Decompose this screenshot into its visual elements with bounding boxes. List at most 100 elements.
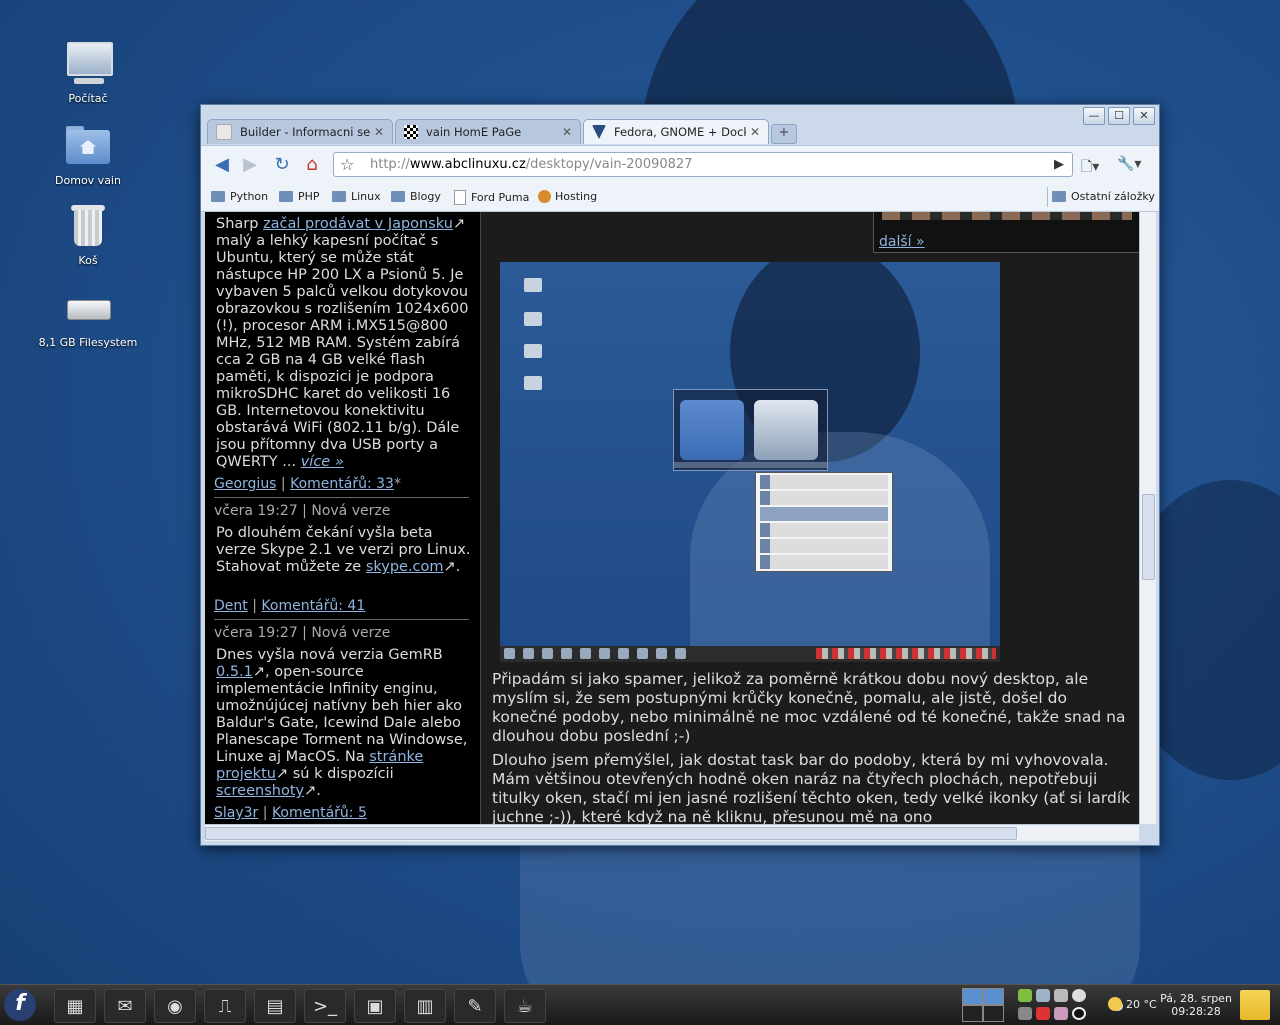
news-footer: Georgius | Komentářů: 33* [214, 476, 401, 492]
teapot-icon[interactable]: ☕ [504, 989, 546, 1023]
maximize-button[interactable]: ☐ [1108, 107, 1130, 125]
taskbar: f ▦ ✉ ◉ ⎍ ▤ >_ ▣ ▥ ✎ ☕ 20 °C Pá, 28. srp… [0, 984, 1280, 1025]
bookmark-hosting[interactable]: Hosting [538, 190, 597, 203]
article-paragraph: Připadám si jako spamer, jelikož za pomě… [492, 670, 1126, 745]
app-tray-icon[interactable] [1054, 1007, 1068, 1020]
horizontal-scrollbar[interactable] [205, 824, 1139, 841]
page-icon [216, 124, 232, 140]
comments-link[interactable]: Komentářů: 41 [261, 598, 365, 614]
tab-close-icon[interactable]: ✕ [374, 125, 384, 139]
fedora-menu-button[interactable]: f [4, 989, 36, 1021]
computer-icon [524, 278, 542, 292]
terminal-icon[interactable]: >_ [304, 989, 346, 1023]
user-avatars: další » [873, 212, 1139, 253]
cabinet-icon[interactable]: ▥ [404, 989, 446, 1023]
network-icon[interactable] [1036, 989, 1050, 1002]
bookmark-python[interactable]: Python [211, 190, 268, 203]
workspace-4[interactable] [983, 1005, 1004, 1022]
address-bar[interactable]: ☆ http://www.abclinuxu.cz/desktopy/vain-… [333, 152, 1073, 177]
avatar-strip [882, 212, 1132, 220]
desktop-icon-home[interactable]: Domov vain [28, 122, 148, 187]
article-column: další » Připadám si jako spamer, jelikož… [481, 212, 1139, 824]
bookmark-linux[interactable]: Linux [332, 190, 381, 203]
drive-icon [524, 376, 542, 390]
reload-icon[interactable]: ↻ [271, 156, 293, 176]
wrench-menu-icon[interactable]: 🔧▾ [1117, 156, 1141, 172]
vertical-scrollbar[interactable] [1139, 212, 1156, 824]
trash-icon [64, 202, 112, 250]
bookmark-ford-puma[interactable]: Ford Puma [454, 190, 529, 205]
desktop-icon-filesystem[interactable]: 8,1 GB Filesystem [28, 284, 148, 349]
remote-desktop-icon[interactable]: ▣ [354, 989, 396, 1023]
news-reader-icon[interactable]: ▤ [254, 989, 296, 1023]
notes-icon[interactable] [1240, 990, 1270, 1020]
tab-builder[interactable]: Builder - Informacni ser... ✕ [207, 119, 393, 144]
bookmark-php[interactable]: PHP [279, 190, 320, 203]
back-arrow-icon[interactable]: ◀ [211, 156, 233, 176]
news-meta: včera 19:27 | Nová verze [214, 625, 391, 641]
computer-icon [64, 40, 113, 88]
go-icon[interactable]: ▶ [1054, 157, 1064, 172]
desktop-icon-label: Koš [78, 254, 98, 267]
file-manager-icon[interactable]: ▦ [54, 989, 96, 1023]
minimize-button[interactable]: — [1083, 107, 1105, 125]
clock[interactable]: Pá, 28. srpen 09:28:28 [1160, 992, 1232, 1018]
news-link[interactable]: 0.5.1 [216, 664, 253, 680]
browser-icon[interactable]: ◉ [154, 989, 196, 1023]
checker-icon [404, 125, 418, 139]
workspace-1[interactable] [962, 988, 983, 1005]
home-icon[interactable]: ⌂ [301, 156, 323, 176]
gimp-icon[interactable]: ✎ [454, 989, 496, 1023]
tab-strip: Builder - Informacni ser... ✕ vain HomE … [207, 119, 797, 145]
volume-icon[interactable] [1018, 1007, 1032, 1020]
system-monitor-icon[interactable]: ⎍ [204, 989, 246, 1023]
desktop-icon-label: Domov vain [55, 174, 121, 187]
article-paragraph: Dlouho jsem přemýšlel, jak dostat task b… [492, 751, 1131, 824]
desktop-screenshot-image[interactable] [500, 262, 1000, 662]
comments-link[interactable]: Komentářů: 33 [290, 476, 394, 492]
alert-icon[interactable] [1036, 1007, 1050, 1020]
folder-icon [332, 191, 346, 202]
workspace-switcher[interactable] [962, 988, 1004, 1022]
page-menu-icon[interactable]: 🗋▾ [1081, 156, 1099, 180]
mail-icon[interactable]: ✉ [104, 989, 146, 1023]
tab-fedora-gnome[interactable]: Fedora, GNOME + Dockb... ✕ [583, 119, 769, 144]
record-icon[interactable] [1072, 1007, 1086, 1020]
forward-arrow-icon[interactable]: ▶ [239, 156, 261, 176]
bookmarks-bar: Python PHP Linux Blogy Ford Puma Hosting… [201, 183, 1159, 212]
news-link[interactable]: začal prodávat v Japonsku [263, 216, 453, 232]
author-link[interactable]: Slay3r [214, 805, 258, 821]
hosting-icon [538, 190, 551, 203]
tab-close-icon[interactable]: ✕ [750, 125, 760, 139]
screenshots-link[interactable]: screenshoty [216, 783, 304, 799]
bookmark-blogy[interactable]: Blogy [391, 190, 441, 203]
author-link[interactable]: Dent [214, 598, 248, 614]
new-tab-button[interactable]: + [771, 124, 797, 144]
more-link[interactable]: více » [301, 454, 344, 470]
news-footer: Dent | Komentářů: 41 [214, 598, 366, 614]
desktop-icon-trash[interactable]: Koš [28, 202, 148, 267]
drive-icon [64, 284, 112, 332]
clock-time: 09:28:28 [1171, 1005, 1221, 1018]
printer-icon[interactable] [1054, 989, 1068, 1002]
system-tray [1014, 988, 1094, 1022]
weather-applet[interactable]: 20 °C [1108, 997, 1157, 1011]
desktop-icon-label: Počítač [68, 92, 108, 105]
disk-icon[interactable] [1072, 989, 1086, 1002]
workspace-2[interactable] [983, 988, 1004, 1005]
tab-close-icon[interactable]: ✕ [562, 125, 572, 139]
author-link[interactable]: Georgius [214, 476, 276, 492]
update-icon[interactable] [1018, 989, 1032, 1002]
folder-icon [1052, 191, 1066, 202]
desktop-icon-computer[interactable]: Počítač [28, 40, 148, 105]
home-folder-icon [524, 312, 542, 326]
close-window-button[interactable]: ✕ [1133, 107, 1155, 125]
bookmark-star-icon[interactable]: ☆ [340, 155, 354, 174]
news-link[interactable]: skype.com [366, 559, 444, 575]
comments-link[interactable]: Komentářů: 5 [272, 805, 367, 821]
tab-vain-homepage[interactable]: vain HomE PaGe ✕ [395, 119, 581, 144]
more-users-link[interactable]: další » [879, 234, 925, 250]
other-bookmarks[interactable]: Ostatní záložky [1052, 190, 1155, 203]
workspace-3[interactable] [962, 1005, 983, 1022]
window-controls: — ☐ ✕ [1083, 107, 1155, 125]
